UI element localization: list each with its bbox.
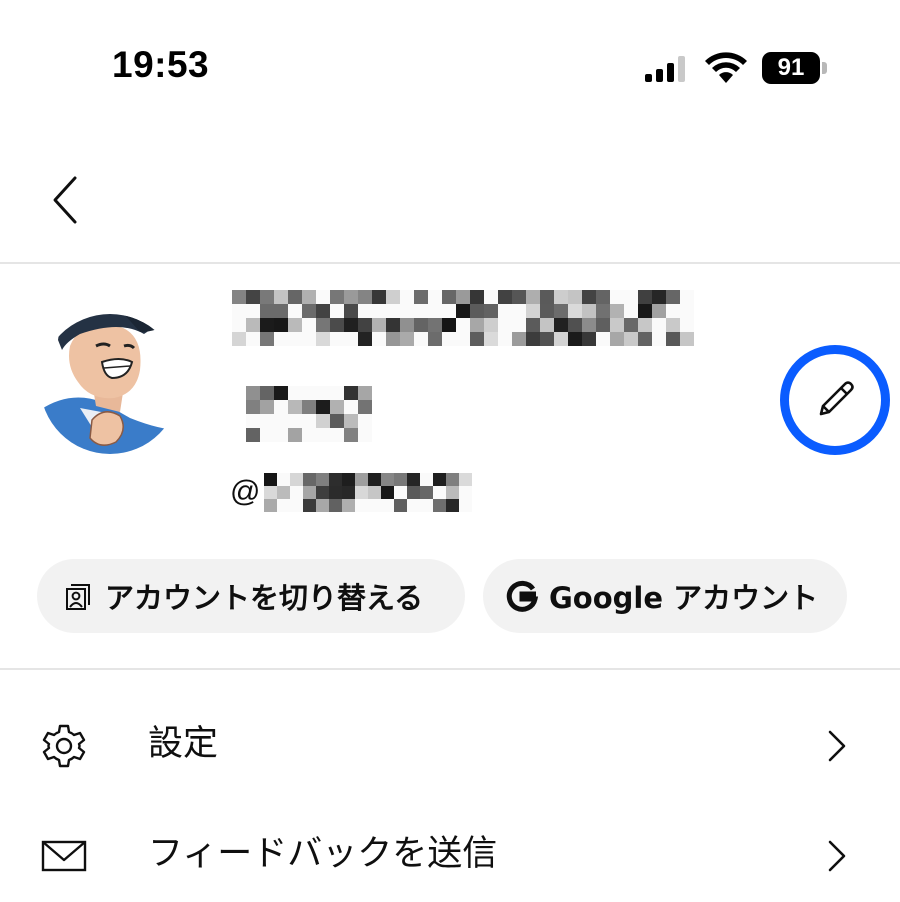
switch-account-icon [66,584,90,610]
google-g-icon [506,580,539,612]
battery-level: 91 [762,52,820,84]
avatar-illustration [40,314,180,454]
menu-item-settings[interactable]: 設定 [0,696,900,792]
switch-account-button[interactable]: アカウントを切り替える [37,559,465,633]
chevron-right-icon [828,840,846,872]
edit-profile-button[interactable] [780,345,890,455]
pencil-icon [819,381,854,416]
handle: @ [230,472,473,512]
google-account-label: Google アカウント [549,581,819,615]
battery-tip [822,62,827,74]
menu-item-feedback[interactable]: フィードバックを送信 [0,806,900,902]
secondary-name-pixelated [246,386,372,442]
battery-icon: 91 [762,52,828,84]
avatar[interactable] [40,290,180,456]
wifi-icon [705,52,747,83]
menu-item-label: フィードバックを送信 [148,834,498,874]
menu-item-label: 設定 [148,724,219,764]
handle-pixelated [264,472,473,512]
display-name-pixelated [232,290,694,346]
divider [0,668,900,670]
handle-prefix: @ [230,475,261,508]
chevron-right-icon [828,730,846,762]
divider [0,262,900,264]
google-account-button[interactable]: Google アカウント [483,559,847,633]
back-button[interactable] [36,168,96,232]
status-time: 19:53 [112,44,210,85]
signal-icon [645,56,685,82]
switch-account-label: アカウントを切り替える [105,581,424,615]
mail-icon [41,840,87,872]
gear-icon [42,724,86,768]
chevron-left-icon [53,176,77,224]
status-bar: 19:53 91 [0,0,900,130]
